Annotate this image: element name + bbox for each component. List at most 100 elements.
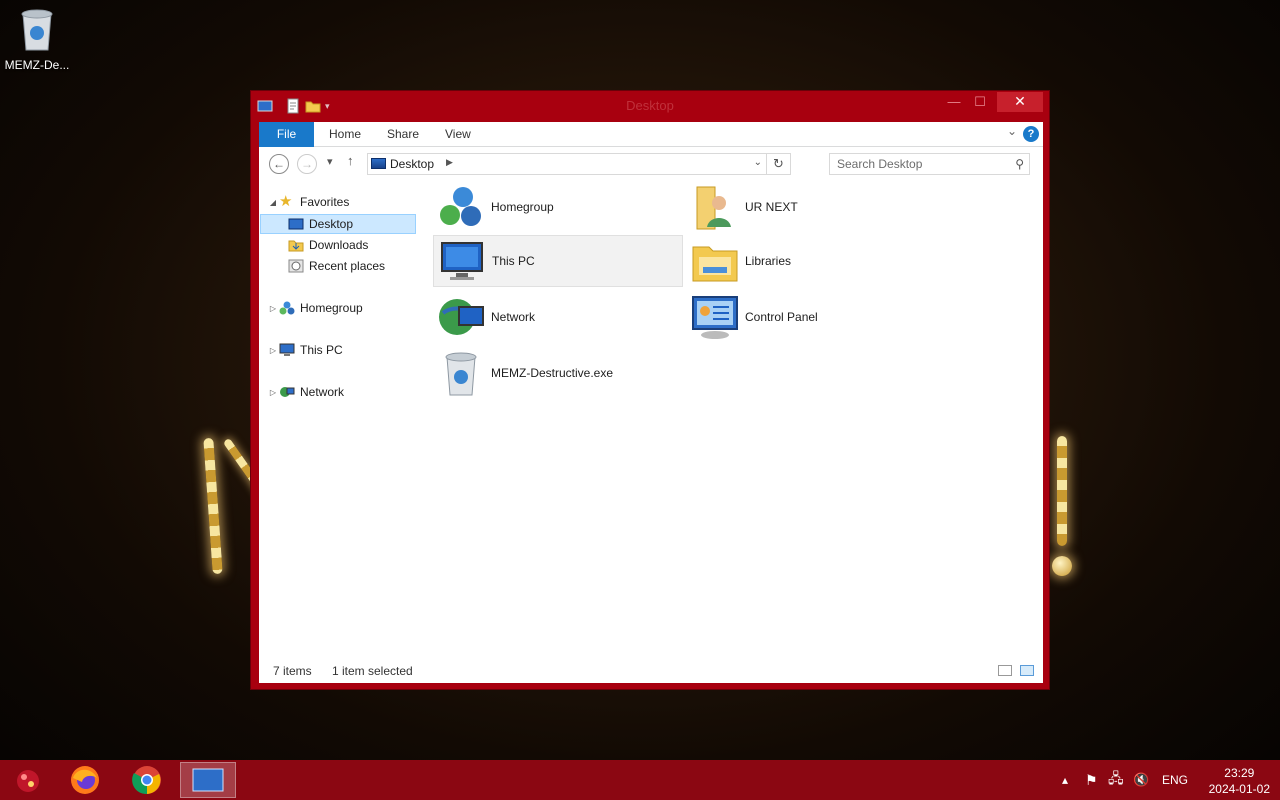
homegroup-icon [279,300,295,316]
search-box[interactable]: ⚲ [829,153,1030,175]
list-item[interactable]: Network [433,291,683,343]
tab-share[interactable]: Share [387,122,419,147]
nav-favorites[interactable]: ◢ ★ Favorites [267,192,349,212]
nav-recent-places[interactable]: Recent places [288,256,385,276]
details-view-icon[interactable] [998,665,1012,676]
file-list: Homegroup UR NEXT This PC Libraries Netw… [429,181,1039,659]
nav-label: Recent places [309,259,386,273]
item-label: UR NEXT [745,200,798,214]
desktop-icon-label: MEMZ-De... [4,58,70,72]
large-icons-view-icon[interactable] [1020,665,1034,676]
expand-arrow-icon[interactable]: ▷ [267,304,279,313]
item-label: Homegroup [491,200,554,214]
explorer-window: ▾ Desktop — ☐ ✕ File Home Share View ⌄ ?… [250,90,1050,690]
computer-icon [438,237,486,285]
nav-network[interactable]: ▷ Network [267,382,344,402]
taskbar-firefox[interactable] [57,762,113,798]
list-item[interactable]: MEMZ-Destructive.exe [433,347,683,399]
taskbar: ▴ ⚑ 🖧 🔇 ENG 23:29 2024-01-02 [0,760,1280,800]
network-tray-icon[interactable]: 🖧 [1108,760,1124,800]
clock-date: 2024-01-02 [1208,782,1270,796]
decorative-ornament [1052,556,1072,576]
tab-view[interactable]: View [445,122,471,147]
address-bar[interactable]: Desktop ▶ ⌄ ↻ [367,153,791,175]
refresh-button[interactable]: ↻ [766,154,790,174]
downloads-folder-icon [288,237,304,253]
show-hidden-icons-button[interactable]: ▴ [1062,760,1068,800]
recent-places-icon [288,258,304,274]
recent-locations-icon[interactable]: ▾ [327,155,333,168]
item-label: MEMZ-Destructive.exe [491,366,614,380]
minimize-button[interactable]: — [941,92,967,112]
item-label: This PC [492,254,535,268]
firefox-icon [71,766,99,794]
nav-label: Network [300,385,345,399]
title-bar[interactable]: ▾ Desktop — ☐ ✕ [251,91,1049,121]
help-icon[interactable]: ? [1023,126,1039,142]
breadcrumb[interactable]: Desktop [390,157,434,171]
control-panel-icon [691,293,739,341]
back-button[interactable]: ← [269,154,289,174]
chevron-right-icon[interactable]: ▶ [446,157,453,168]
item-label: Network [491,310,536,324]
collapse-arrow-icon[interactable]: ◢ [267,198,279,207]
desktop-recycle-bin[interactable]: MEMZ-De... [4,6,70,72]
taskbar-chrome[interactable] [119,762,175,798]
selection-count: 1 item selected [332,664,413,678]
user-folder-icon [691,183,739,231]
tab-file[interactable]: File [259,122,314,147]
recycle-bin-icon [437,349,485,397]
search-icon[interactable]: ⚲ [1015,157,1024,171]
decorative-lights [203,437,223,575]
forward-button[interactable]: → [297,154,317,174]
nav-desktop[interactable]: Desktop [260,214,416,234]
network-icon [437,293,485,341]
expand-arrow-icon[interactable]: ▷ [267,346,279,355]
search-input[interactable] [830,154,1000,174]
desktop-icon [288,216,304,232]
navigation-pane: ◢ ★ Favorites Desktop Downloads Recent p… [259,181,419,659]
expand-arrow-icon[interactable]: ▷ [267,388,279,397]
nav-this-pc[interactable]: ▷ This PC [267,340,343,360]
nav-label: This PC [300,343,343,357]
up-button[interactable]: ↑ [347,153,354,168]
recycle-bin-icon [21,9,53,51]
clock[interactable]: 23:29 2024-01-02 [1209,765,1270,797]
close-button[interactable]: ✕ [997,92,1043,112]
libraries-icon [691,237,739,285]
nav-label: Favorites [300,195,350,209]
input-language[interactable]: ENG [1162,760,1188,800]
list-item[interactable]: UR NEXT [687,181,937,233]
status-bar: 7 items 1 item selected [259,659,1043,683]
ribbon: File Home Share View ⌄ ? [259,122,1043,147]
volume-muted-icon[interactable]: 🔇 [1133,760,1149,800]
nav-label: Desktop [309,217,354,231]
content-area: ◢ ★ Favorites Desktop Downloads Recent p… [259,181,1043,659]
list-item[interactable]: Homegroup [433,181,683,233]
taskbar-explorer[interactable] [180,762,236,798]
item-count: 7 items [273,664,312,678]
nav-homegroup[interactable]: ▷ Homegroup [267,298,363,318]
list-item[interactable]: Control Panel [687,291,937,343]
window-title: Desktop [626,98,674,113]
list-item[interactable]: This PC [433,235,683,287]
nav-label: Downloads [309,238,369,252]
chrome-icon [132,766,161,795]
item-label: Libraries [745,254,792,268]
homegroup-icon [437,183,485,231]
computer-icon [279,342,295,358]
decorative-lights [1057,436,1067,546]
chevron-down-icon[interactable]: ⌄ [754,157,762,168]
list-item[interactable]: Libraries [687,235,937,287]
explorer-window-icon [192,768,224,792]
start-button[interactable] [0,762,56,798]
expand-ribbon-icon[interactable]: ⌄ [1007,124,1017,138]
clock-time: 23:29 [1224,766,1255,780]
start-orb-icon [17,770,39,792]
star-icon: ★ [279,193,293,210]
maximize-button[interactable]: ☐ [967,92,993,112]
nav-downloads[interactable]: Downloads [288,235,368,255]
tab-home[interactable]: Home [329,122,361,147]
item-label: Control Panel [745,310,818,324]
action-center-flag-icon[interactable]: ⚑ [1085,760,1098,800]
